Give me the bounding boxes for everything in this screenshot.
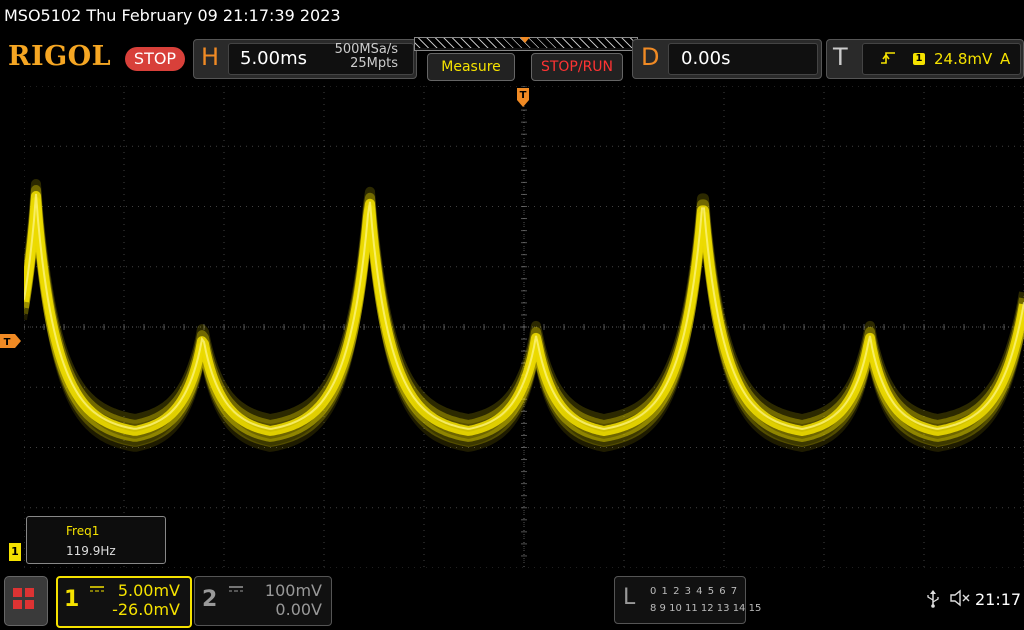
- delay-letter: D: [641, 43, 660, 71]
- horizontal-letter: H: [201, 43, 220, 71]
- memory-position-marker-icon: [520, 37, 530, 43]
- run-state-badge[interactable]: STOP: [125, 47, 185, 71]
- grid-menu-icon: [13, 588, 35, 610]
- svg-text:T: T: [4, 337, 11, 348]
- rising-edge-icon: [880, 50, 896, 70]
- waveform-display[interactable]: [24, 86, 1024, 568]
- trigger-position-marker-icon[interactable]: T: [516, 88, 530, 108]
- ch2-offset: 0.00V: [275, 600, 322, 619]
- svg-text:T: T: [520, 90, 527, 101]
- measurement-value: 119.9Hz: [66, 544, 116, 558]
- ch1-offset: -26.0mV: [112, 600, 180, 619]
- title-text: MSO5102 Thu February 09 21:17:39 2023: [4, 6, 341, 25]
- measure-button[interactable]: Measure: [427, 53, 515, 81]
- stop-run-button[interactable]: STOP/RUN: [531, 53, 623, 81]
- ch2-number: 2: [202, 587, 218, 612]
- trigger-mode: A: [1000, 50, 1011, 68]
- trigger-level: 24.8mV: [934, 50, 993, 68]
- logic-analyzer-letter: L: [623, 585, 636, 610]
- ch2-scale: 100mV: [264, 581, 322, 600]
- clock: 21:17: [975, 590, 1022, 609]
- ch1-offset-marker[interactable]: 1: [9, 543, 21, 561]
- speaker-muted-icon[interactable]: [950, 589, 970, 611]
- ch1-scale: 5.00mV: [117, 581, 180, 600]
- usb-icon: [926, 590, 940, 612]
- logic-channels-row-2: 8 9 10 11 12 13 14 15: [650, 603, 762, 614]
- horizontal-scale: 5.00ms: [240, 48, 307, 69]
- trigger-channel-badge: 1: [913, 53, 925, 65]
- trigger-letter: T: [833, 43, 848, 71]
- trigger-level-marker[interactable]: T: [0, 334, 22, 348]
- rigol-logo: RIGOL: [8, 41, 112, 72]
- ch1-number: 1: [64, 587, 80, 612]
- sample-rate: 500MSa/s: [334, 42, 398, 57]
- memory-depth: 25Mpts: [350, 56, 398, 71]
- measurement-label: Freq1: [66, 524, 100, 538]
- delay-value: 0.00s: [681, 48, 731, 69]
- ch1-trace: [24, 179, 1024, 452]
- logic-channels-row-1: 0 1 2 3 4 5 6 7: [650, 586, 739, 597]
